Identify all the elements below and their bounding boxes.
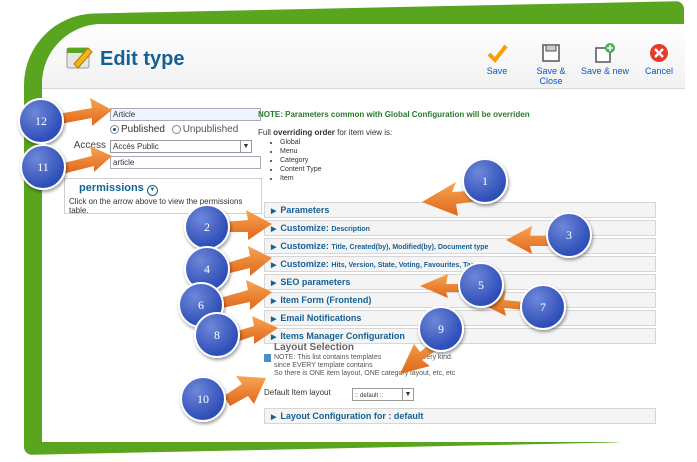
arrow-2 bbox=[224, 210, 272, 240]
arrow-4 bbox=[224, 246, 272, 276]
callout-8: 8 bbox=[194, 312, 240, 358]
callout-2: 2 bbox=[184, 204, 230, 250]
callout-9: 9 bbox=[418, 306, 464, 352]
arrow-8 bbox=[234, 316, 278, 344]
arrow-11 bbox=[60, 146, 112, 174]
arrow-5 bbox=[420, 274, 462, 298]
callout-12: 12 bbox=[18, 98, 64, 144]
callout-10: 10 bbox=[180, 376, 226, 422]
callout-7: 7 bbox=[520, 284, 566, 330]
callout-11: 11 bbox=[20, 144, 66, 190]
arrow-6 bbox=[220, 280, 272, 310]
callout-5: 5 bbox=[458, 262, 504, 308]
arrow-12 bbox=[58, 98, 112, 126]
callout-3: 3 bbox=[546, 212, 592, 258]
callout-1: 1 bbox=[462, 158, 508, 204]
annotation-arrows bbox=[58, 98, 550, 406]
arrow-3 bbox=[506, 226, 550, 254]
arrow-10 bbox=[224, 376, 266, 406]
screenshot-frame: Edit type Save Save & Close Save & new C… bbox=[0, 0, 697, 462]
